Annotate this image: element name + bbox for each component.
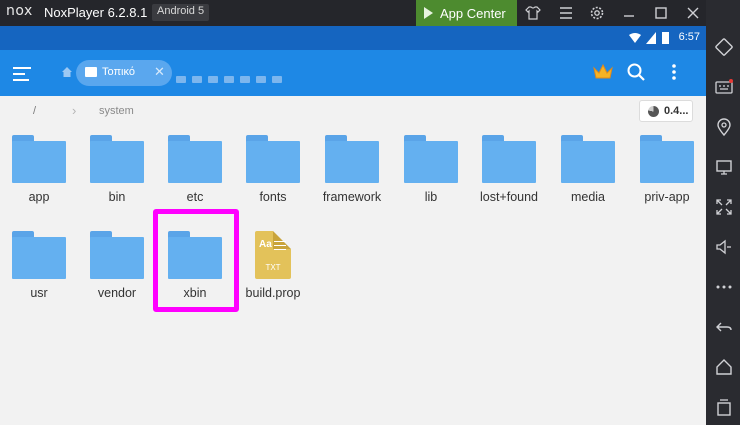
screen-icon[interactable] xyxy=(715,158,733,176)
file-name: usr xyxy=(30,286,48,300)
storage-usage-button[interactable]: 0.4... xyxy=(639,100,693,122)
rotate-screen-icon[interactable] xyxy=(715,38,733,56)
volume-icon[interactable] xyxy=(715,238,733,256)
breadcrumb-root[interactable]: / xyxy=(33,105,36,117)
file-item-folder[interactable]: vendor xyxy=(82,231,152,321)
battery-icon xyxy=(662,32,669,44)
tab-label: Τοπικό xyxy=(102,66,135,78)
crown-icon[interactable] xyxy=(592,62,614,82)
maximize-icon[interactable] xyxy=(652,4,670,22)
more-dots-icon[interactable] xyxy=(715,278,733,296)
file-item-txt[interactable]: Aa TXT build.prop xyxy=(238,231,308,321)
app-center-button[interactable]: App Center xyxy=(416,0,517,26)
text-file-icon: Aa TXT xyxy=(255,231,291,279)
nox-logo: nox xyxy=(6,3,33,19)
storage-usage-label: 0.4... xyxy=(664,105,689,117)
hamburger-menu-icon[interactable] xyxy=(557,4,575,22)
file-extension-label: TXT xyxy=(265,263,281,272)
file-name: priv-app xyxy=(644,190,690,204)
highlight-box xyxy=(153,209,239,312)
wifi-icon xyxy=(629,33,641,43)
app-center-label: App Center xyxy=(440,6,506,21)
file-item-folder[interactable]: app xyxy=(4,135,74,225)
android-screen: 6:57 Τοπικό ✕ / › system 0.4... app bin … xyxy=(0,26,706,425)
menu-icon[interactable] xyxy=(13,67,31,81)
nox-title-bar: nox NoxPlayer 6.2.8.1 Android 5 App Cent… xyxy=(0,0,740,26)
breadcrumb-separator: › xyxy=(72,103,77,118)
shirt-icon[interactable] xyxy=(524,4,542,22)
gear-icon[interactable] xyxy=(588,4,606,22)
file-name: vendor xyxy=(97,286,137,300)
pie-chart-icon xyxy=(648,106,659,117)
folder-icon xyxy=(90,135,144,183)
file-name: build.prop xyxy=(245,286,301,300)
tab-local-storage[interactable]: Τοπικό ✕ xyxy=(76,60,172,86)
folder-icon xyxy=(640,135,694,183)
folder-icon xyxy=(12,135,66,183)
file-name: lost+found xyxy=(479,190,539,204)
tab-close-button[interactable]: ✕ xyxy=(154,64,165,80)
more-vert-icon[interactable] xyxy=(664,62,684,82)
storage-tab-icon xyxy=(85,67,97,77)
file-item-folder[interactable]: bin xyxy=(82,135,152,225)
folder-icon xyxy=(246,135,300,183)
file-item-folder[interactable]: lib xyxy=(396,135,466,225)
file-item-folder[interactable]: priv-app xyxy=(632,135,702,225)
file-name: fonts xyxy=(259,190,287,204)
file-item-folder[interactable]: usr xyxy=(4,231,74,321)
file-icon-glyph: Aa xyxy=(259,239,272,250)
breadcrumb: / › system 0.4... xyxy=(0,96,706,126)
file-item-folder[interactable]: media xyxy=(553,135,623,225)
nox-side-toolbar xyxy=(706,0,740,425)
file-name: etc xyxy=(186,190,204,204)
file-item-folder[interactable]: fonts xyxy=(238,135,308,225)
home-icon[interactable] xyxy=(62,67,72,77)
fullscreen-icon[interactable] xyxy=(715,198,733,216)
file-item-folder[interactable]: lost+found xyxy=(474,135,544,225)
search-icon[interactable] xyxy=(626,62,646,82)
file-name: lib xyxy=(424,190,438,204)
status-time: 6:57 xyxy=(678,31,700,43)
android-version-badge: Android 5 xyxy=(152,4,210,21)
folder-icon xyxy=(90,231,144,279)
folder-icon xyxy=(168,135,222,183)
signal-icon xyxy=(646,32,656,44)
home-icon[interactable] xyxy=(715,358,733,376)
breadcrumb-current[interactable]: system xyxy=(99,105,134,117)
file-name: bin xyxy=(108,190,126,204)
android-status-bar: 6:57 xyxy=(0,26,706,50)
back-icon[interactable] xyxy=(715,318,733,336)
file-item-folder[interactable]: framework xyxy=(317,135,387,225)
tab-placeholders xyxy=(176,70,288,88)
recents-icon[interactable] xyxy=(715,398,733,416)
folder-icon xyxy=(404,135,458,183)
folder-icon xyxy=(12,231,66,279)
folder-icon xyxy=(482,135,536,183)
file-name: media xyxy=(570,190,606,204)
location-icon[interactable] xyxy=(715,118,733,136)
file-name: framework xyxy=(322,190,382,204)
file-manager-app-bar: Τοπικό ✕ xyxy=(0,50,706,96)
play-store-icon xyxy=(424,7,433,19)
close-icon[interactable] xyxy=(684,4,702,22)
folder-icon xyxy=(325,135,379,183)
keyboard-icon[interactable] xyxy=(715,78,733,96)
minimize-icon[interactable] xyxy=(620,4,638,22)
folder-icon xyxy=(561,135,615,183)
file-name: app xyxy=(28,190,50,204)
window-title: NoxPlayer 6.2.8.1 xyxy=(44,5,148,20)
